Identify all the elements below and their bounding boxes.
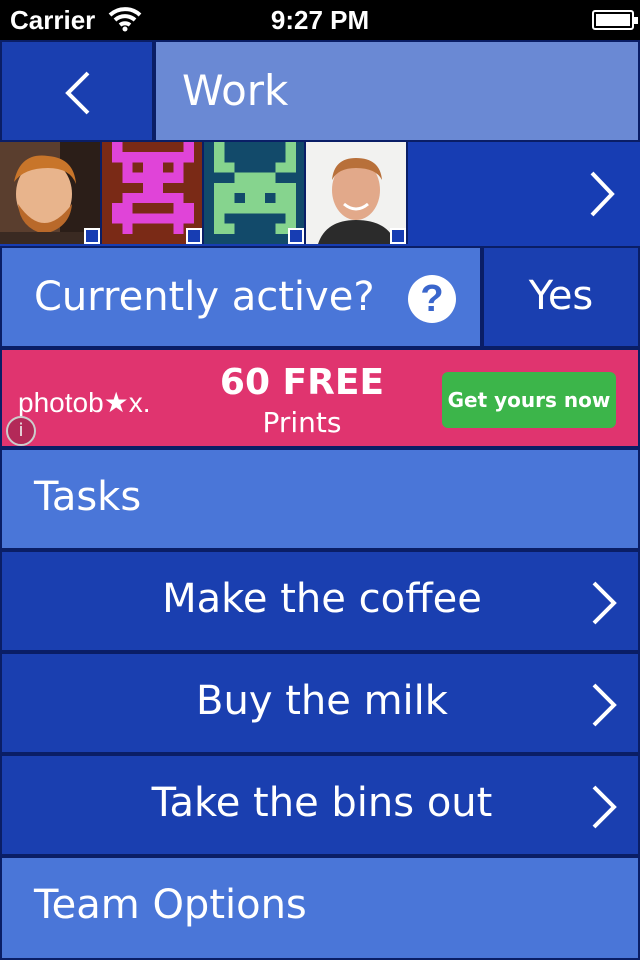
task-row[interactable]: Buy the milk xyxy=(0,652,640,754)
help-icon[interactable]: ? xyxy=(408,275,456,323)
clock: 9:27 PM xyxy=(270,5,370,35)
team-options-row[interactable]: Team Options xyxy=(0,856,640,960)
task-row[interactable]: Take the bins out xyxy=(0,754,640,856)
ad-headline: 60 FREE xyxy=(219,362,385,403)
chevron-right-icon xyxy=(590,171,615,217)
battery-icon xyxy=(592,10,638,30)
avatar-member-3[interactable] xyxy=(204,142,306,244)
ad-subline: Prints xyxy=(262,406,342,439)
task-label: Buy the milk xyxy=(196,678,448,724)
team-options-label: Team Options xyxy=(34,882,307,928)
avatar-member-4[interactable] xyxy=(306,142,408,244)
ad-banner[interactable]: photob★x. 60 FREE Prints Get yours now i xyxy=(0,348,640,448)
nav-bar: Work xyxy=(0,40,640,142)
chevron-right-icon xyxy=(592,785,617,829)
ad-brand-logo: photob★x. xyxy=(18,387,151,418)
avatar-member-1[interactable] xyxy=(0,142,102,244)
active-toggle-button[interactable]: Yes xyxy=(482,246,640,348)
page-title: Work xyxy=(182,66,289,115)
task-row[interactable]: Make the coffee xyxy=(0,550,640,652)
chevron-right-icon xyxy=(592,683,617,727)
active-label: Currently active? xyxy=(34,274,375,320)
ad-cta-button[interactable]: Get yours now xyxy=(442,372,616,428)
tasks-section-header: Tasks xyxy=(0,448,640,550)
active-status-row: Currently active? ? Yes xyxy=(0,246,640,348)
task-label: Take the bins out xyxy=(151,780,493,826)
more-members-button[interactable] xyxy=(410,142,640,246)
chevron-left-icon xyxy=(65,71,90,115)
back-button[interactable] xyxy=(0,40,154,142)
page-title-bar: Work xyxy=(154,40,640,142)
avatar-member-2[interactable] xyxy=(102,142,204,244)
task-label: Make the coffee xyxy=(162,576,482,622)
member-avatars-row xyxy=(0,142,640,246)
tasks-header-label: Tasks xyxy=(34,474,142,520)
active-label-cell: Currently active? ? xyxy=(0,246,482,348)
info-icon[interactable]: i xyxy=(6,416,36,446)
chevron-right-icon xyxy=(592,581,617,625)
status-bar: Carrier 9:27 PM xyxy=(0,0,640,40)
